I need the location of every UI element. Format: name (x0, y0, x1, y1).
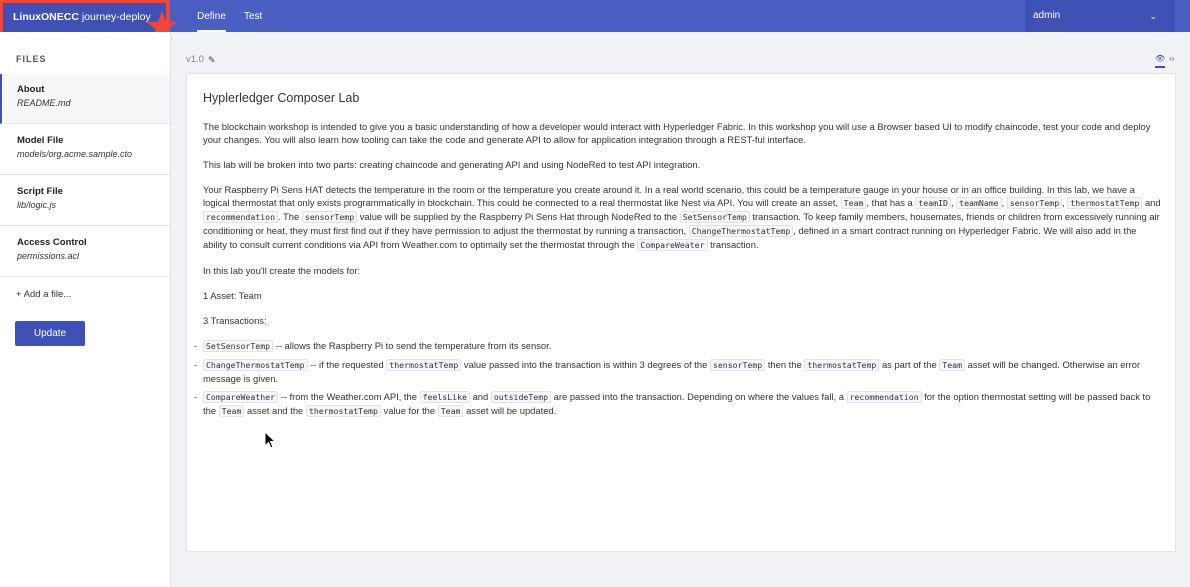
tab-test[interactable]: Test (244, 0, 262, 32)
file-name: Script File (17, 186, 63, 197)
doc-paragraph: In this lab you'll create the models for… (203, 265, 361, 276)
doc-paragraph: 3 Transactions: (203, 315, 267, 326)
app-title[interactable]: LinuxONECC journey-deploy (0, 0, 170, 35)
brand-bold: LinuxONECC (13, 11, 79, 23)
add-file-link[interactable]: + Add a file... (16, 289, 71, 300)
file-item-about[interactable]: About README.md (0, 74, 170, 124)
brand-name: journey-deploy (81, 11, 151, 23)
mouse-cursor-icon (264, 431, 276, 449)
file-item-script[interactable]: Script File lib/logic.js (0, 176, 170, 226)
doc-paragraph: This lab will be broken into two parts: … (203, 159, 701, 170)
file-name: Access Control (17, 237, 87, 248)
list-item: - CompareWeather -- from the Weather.com … (194, 391, 1151, 417)
list-item: - SetSensorTemp -- allows the Raspberry P… (194, 340, 552, 352)
file-name: Model File (17, 135, 64, 146)
document: Hyplerledger Composer Lab The blockchain… (194, 91, 1163, 423)
doc-paragraph: 1 Asset: Team (203, 290, 262, 301)
tab-define[interactable]: Define (197, 0, 226, 32)
file-path: models/org.acme.sample.cto (17, 149, 133, 159)
list-item: - ChangeThermostatTemp -- if the requeste… (194, 359, 1141, 384)
file-path: lib/logic.js (17, 200, 57, 210)
file-item-model[interactable]: Model File models/org.acme.sample.cto (0, 125, 170, 175)
doc-paragraph: Your Raspberry Pi Sens HAT detects the t… (203, 184, 1161, 251)
top-bar: LinuxONECC journey-deploy Define Test ad… (0, 0, 1190, 35)
user-dropdown[interactable]: admin ⌄ (1025, 0, 1175, 32)
file-name: About (17, 84, 45, 95)
version-label: v1.0 (186, 54, 204, 65)
readme-preview: Hyplerledger Composer Lab The blockchain… (186, 73, 1176, 552)
file-item-acl[interactable]: Access Control permissions.acl (0, 227, 170, 277)
doc-paragraph: The blockchain workshop is intended to g… (203, 121, 1151, 145)
update-button[interactable]: Update (15, 321, 85, 346)
files-heading: FILES (16, 54, 47, 64)
chevron-down-icon: ⌄ (1149, 11, 1157, 21)
doc-title: Hyplerledger Composer Lab (203, 91, 360, 105)
pencil-icon[interactable]: ✎ (208, 55, 216, 66)
file-path: permissions.acl (17, 251, 80, 261)
eye-icon[interactable]: 👁 (1155, 54, 1166, 68)
file-path: README.md (17, 98, 71, 108)
user-name: admin (1033, 10, 1061, 21)
code-icon[interactable]: ‹› (1169, 54, 1174, 63)
sidebar: FILES About README.md Model File models/… (0, 32, 171, 587)
